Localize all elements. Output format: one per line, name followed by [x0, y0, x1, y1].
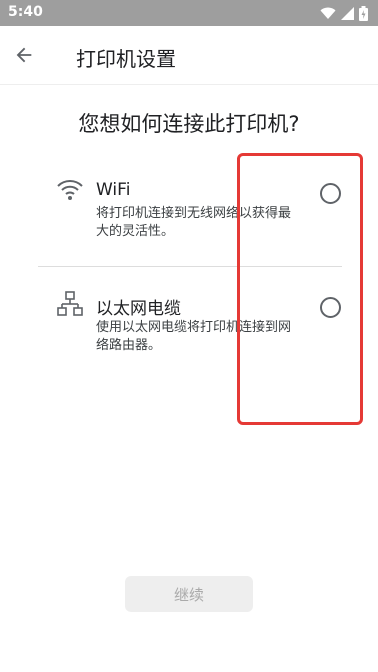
- ethernet-network-icon: [57, 291, 83, 316]
- app-bar: 打印机设置: [0, 26, 378, 85]
- continue-button[interactable]: 继续: [125, 576, 253, 612]
- option-ethernet-title: 以太网电缆: [96, 299, 181, 319]
- status-time: 5:40: [8, 4, 43, 20]
- option-ethernet-description: 使用以太网电缆将打印机连接到网络路由器。: [96, 320, 292, 353]
- connection-question: 您想如何连接此打印机?: [78, 112, 300, 136]
- wifi-icon: [320, 7, 336, 19]
- option-wifi-radio[interactable]: [320, 183, 341, 204]
- option-wifi-title: WiFi: [96, 180, 131, 200]
- wifi-icon: [57, 180, 83, 200]
- battery-icon: [359, 5, 368, 21]
- back-button[interactable]: [6, 37, 42, 73]
- options-divider: [38, 266, 342, 267]
- option-wifi-description: 将打印机连接到无线网络以获得最大的灵活性。: [96, 206, 292, 239]
- option-ethernet-radio[interactable]: [320, 297, 341, 318]
- page-title: 打印机设置: [76, 47, 176, 71]
- cellular-signal-icon: [341, 6, 354, 20]
- status-icons: [320, 4, 368, 22]
- arrow-back-icon: [16, 47, 32, 63]
- status-bar: 5:40: [0, 0, 378, 26]
- option-wifi[interactable]: WiFi 将打印机连接到无线网络以获得最大的灵活性。: [0, 170, 378, 280]
- option-ethernet[interactable]: 以太网电缆 使用以太网电缆将打印机连接到网络路由器。: [0, 284, 378, 394]
